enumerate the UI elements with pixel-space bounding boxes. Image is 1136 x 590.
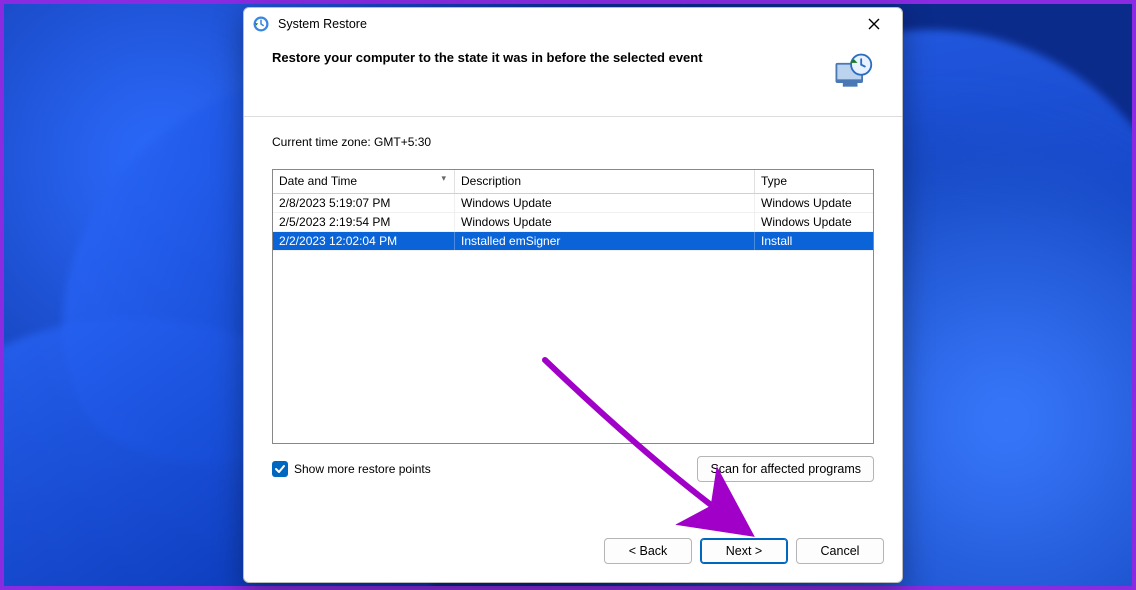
dialog-body: Current time zone: GMT+5:30 Date and Tim… <box>244 117 902 524</box>
column-header-label: Date and Time <box>279 174 357 188</box>
page-heading: Restore your computer to the state it wa… <box>272 50 703 65</box>
restore-points-list[interactable]: Date and Time ▾ Description Type 2/8/202… <box>272 169 874 444</box>
cell-date: 2/2/2023 12:02:04 PM <box>273 232 455 250</box>
table-row[interactable]: 2/2/2023 12:02:04 PMInstalled emSignerIn… <box>273 232 873 251</box>
cell-type: Windows Update <box>755 213 873 231</box>
system-restore-dialog: System Restore Restore your computer to … <box>243 7 903 583</box>
page-header: Restore your computer to the state it wa… <box>244 40 902 116</box>
system-restore-icon <box>252 15 270 33</box>
timezone-label: Current time zone: GMT+5:30 <box>272 135 874 149</box>
cell-desc: Windows Update <box>455 213 755 231</box>
column-header-type[interactable]: Type <box>755 170 873 193</box>
list-header: Date and Time ▾ Description Type <box>273 170 873 194</box>
cancel-button[interactable]: Cancel <box>796 538 884 564</box>
cell-type: Windows Update <box>755 194 873 212</box>
close-icon <box>868 18 880 30</box>
table-row[interactable]: 2/5/2023 2:19:54 PMWindows UpdateWindows… <box>273 213 873 232</box>
column-header-description[interactable]: Description <box>455 170 755 193</box>
window-title: System Restore <box>278 17 367 31</box>
titlebar: System Restore <box>244 8 902 40</box>
next-button[interactable]: Next > <box>700 538 788 564</box>
restore-hero-icon <box>830 50 874 94</box>
cell-desc: Installed emSigner <box>455 232 755 250</box>
sort-indicator-icon: ▾ <box>441 173 446 184</box>
table-row[interactable]: 2/8/2023 5:19:07 PMWindows UpdateWindows… <box>273 194 873 213</box>
back-button[interactable]: < Back <box>604 538 692 564</box>
cell-type: Install <box>755 232 873 250</box>
dialog-footer: < Back Next > Cancel <box>244 524 902 582</box>
checkbox-box <box>272 461 288 477</box>
cell-date: 2/5/2023 2:19:54 PM <box>273 213 455 231</box>
scan-affected-programs-button[interactable]: Scan for affected programs <box>697 456 874 482</box>
checkmark-icon <box>274 463 286 475</box>
column-header-date[interactable]: Date and Time ▾ <box>273 170 455 193</box>
cell-desc: Windows Update <box>455 194 755 212</box>
cell-date: 2/8/2023 5:19:07 PM <box>273 194 455 212</box>
close-button[interactable] <box>854 10 894 38</box>
checkbox-label: Show more restore points <box>294 462 431 476</box>
show-more-restore-points-checkbox[interactable]: Show more restore points <box>272 461 431 477</box>
